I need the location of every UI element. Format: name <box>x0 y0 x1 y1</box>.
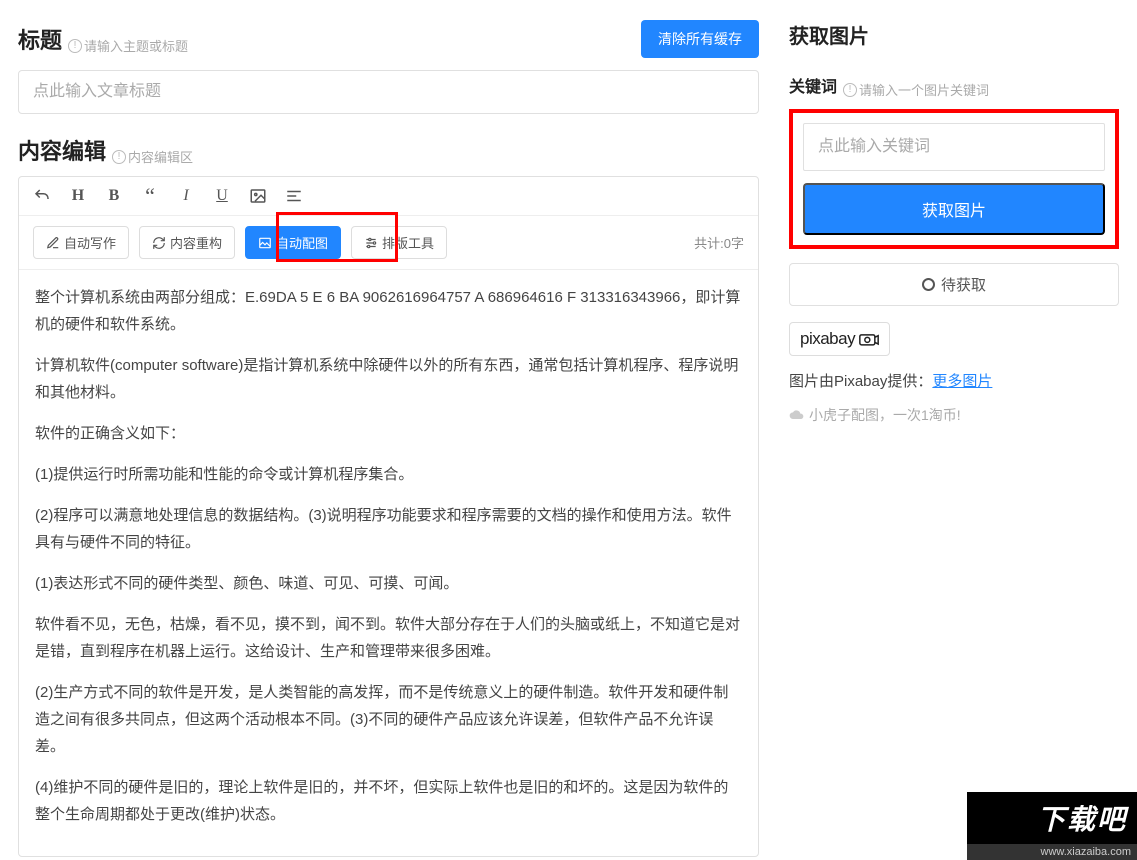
paragraph: (2)程序可以满意地处理信息的数据结构。(3)说明程序功能要求和程序需要的文档的… <box>35 502 742 556</box>
info-icon: ! <box>112 150 126 164</box>
pixabay-badge: pixabay <box>789 322 890 356</box>
action-toolbar: 自动写作 内容重构 自动配图 排版工具 共计:0字 <box>19 216 758 270</box>
content-section-header: 内容编辑 ! 内容编辑区 <box>18 134 759 166</box>
keyword-label: 关键词 <box>789 73 837 97</box>
italic-icon[interactable]: I <box>177 187 195 205</box>
layout-tool-button[interactable]: 排版工具 <box>351 226 447 259</box>
sidebar-title: 获取图片 <box>789 20 1119 49</box>
status-button[interactable]: 待获取 <box>789 263 1119 306</box>
heading-icon[interactable]: H <box>69 187 87 205</box>
quote-icon[interactable]: “ <box>141 187 159 205</box>
format-toolbar: H B “ I U <box>19 177 758 216</box>
keyword-header: 关键词 ! 请输入一个图片关键词 <box>789 73 1119 99</box>
bold-icon[interactable]: B <box>105 187 123 205</box>
restructure-button[interactable]: 内容重构 <box>139 226 235 259</box>
paragraph: 计算机软件(computer software)是指计算机系统中除硬件以外的所有… <box>35 352 742 406</box>
content-hint: ! 内容编辑区 <box>112 147 193 166</box>
paragraph: (4)维护不同的硬件是旧的，理论上软件是旧的，并不坏，但实际上软件也是旧的和坏的… <box>35 774 742 828</box>
info-icon: ! <box>843 83 857 97</box>
keyword-input[interactable] <box>803 123 1105 171</box>
picture-icon <box>258 236 272 250</box>
content-label: 内容编辑 <box>18 134 106 166</box>
editor-box: H B “ I U 自动写作 内容重构 <box>18 176 759 857</box>
footer-note: 小虎子配图，一次1淘币! <box>789 405 1119 425</box>
keyword-hint: ! 请输入一个图片关键词 <box>843 80 989 99</box>
watermark: 下载吧 www.xiazaiba.com <box>967 792 1137 860</box>
paragraph: (2)生产方式不同的软件是开发，是人类智能的高发挥，而不是传统意义上的硬件制造。… <box>35 679 742 760</box>
editor-content[interactable]: 整个计算机系统由两部分组成：E.69DA 5 E 6 BA 9062616964… <box>19 270 758 856</box>
title-hint: ! 请输入主题或标题 <box>68 36 188 55</box>
sidebar-panel: 获取图片 关键词 ! 请输入一个图片关键词 获取图片 待获取 pixabay 图… <box>777 0 1137 860</box>
paragraph: (1)表达形式不同的硬件类型、颜色、味道、可见、可摸、可闻。 <box>35 570 742 597</box>
refresh-icon <box>152 236 166 250</box>
align-icon[interactable] <box>285 187 303 205</box>
auto-write-button[interactable]: 自动写作 <box>33 226 129 259</box>
title-label: 标题 <box>18 23 62 55</box>
status-circle-icon <box>922 278 935 291</box>
cloud-icon <box>789 409 805 421</box>
watermark-url: www.xiazaiba.com <box>967 844 1137 860</box>
undo-icon[interactable] <box>33 187 51 205</box>
article-title-input[interactable] <box>18 70 759 114</box>
watermark-text: 下载吧 <box>967 792 1137 844</box>
pencil-icon <box>46 236 60 250</box>
auto-image-button[interactable]: 自动配图 <box>245 226 341 259</box>
title-section-header: 标题 ! 请输入主题或标题 清除所有缓存 <box>18 20 759 58</box>
camera-icon <box>859 332 879 346</box>
paragraph: 软件看不见，无色，枯燥，看不见，摸不到，闻不到。软件大部分存在于人们的头脑或纸上… <box>35 611 742 665</box>
info-icon: ! <box>68 39 82 53</box>
image-credit: 图片由Pixabay提供：更多图片 <box>789 370 1119 391</box>
settings-icon <box>364 236 378 250</box>
underline-icon[interactable]: U <box>213 187 231 205</box>
paragraph: 软件的正确含义如下： <box>35 420 742 447</box>
paragraph: (1)提供运行时所需功能和性能的命令或计算机程序集合。 <box>35 461 742 488</box>
clear-cache-button[interactable]: 清除所有缓存 <box>641 20 759 58</box>
main-panel: 标题 ! 请输入主题或标题 清除所有缓存 内容编辑 ! 内容编辑区 <box>0 0 777 860</box>
fetch-image-button[interactable]: 获取图片 <box>803 183 1105 235</box>
highlight-box-sidebar: 获取图片 <box>789 109 1119 249</box>
paragraph: 整个计算机系统由两部分组成：E.69DA 5 E 6 BA 9062616964… <box>35 284 742 338</box>
pixabay-text: pixabay <box>800 329 855 349</box>
image-icon[interactable] <box>249 187 267 205</box>
more-images-link[interactable]: 更多图片 <box>932 373 992 390</box>
word-count: 共计:0字 <box>694 233 744 252</box>
